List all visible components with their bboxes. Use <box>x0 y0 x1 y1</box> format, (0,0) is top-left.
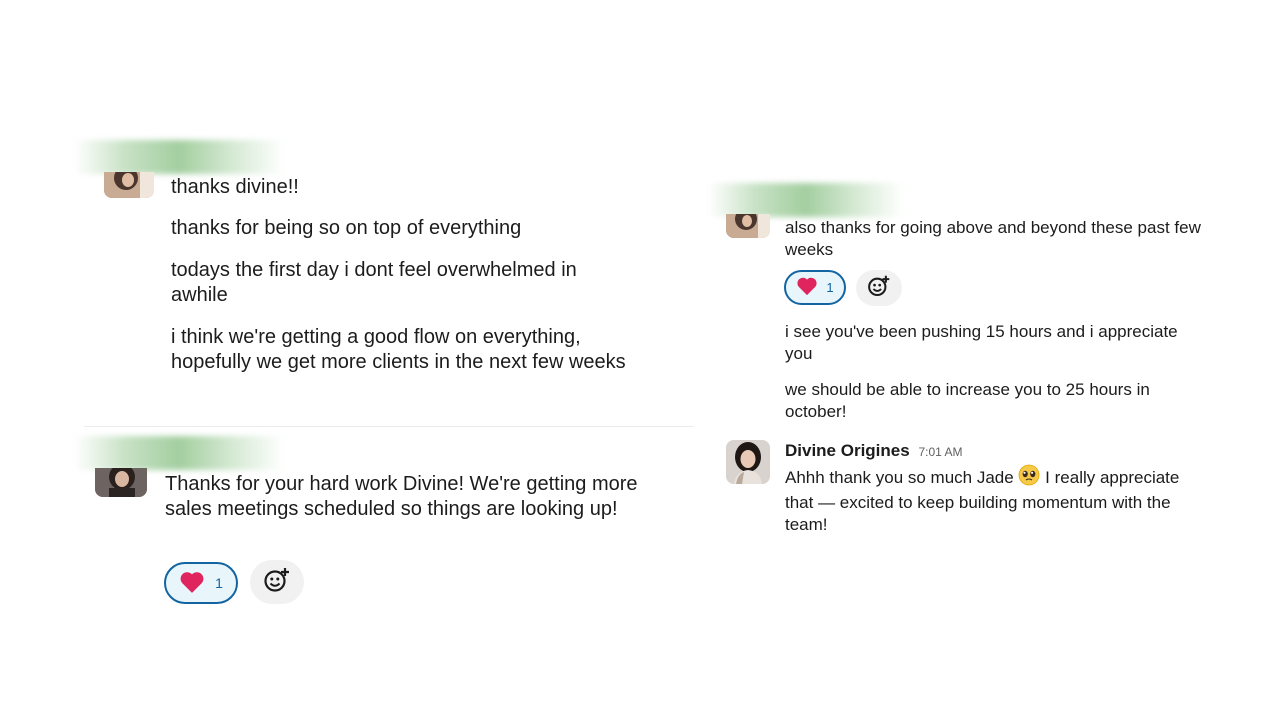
avatar[interactable] <box>95 468 147 497</box>
message-text: todays the first day i dont feel overwhe… <box>171 259 577 306</box>
avatar[interactable] <box>726 440 770 484</box>
heart-icon <box>796 276 818 299</box>
sender-name-redacted <box>708 183 903 217</box>
avatar[interactable] <box>104 172 154 198</box>
message-text: we should be able to increase you to 25 … <box>785 380 1150 421</box>
message-text: i think we're getting a good flow on eve… <box>171 326 626 373</box>
add-reaction-button[interactable] <box>250 560 304 604</box>
message-text: thanks for being so on top of everything <box>171 217 522 239</box>
message-text-part: Ahhh thank you so much Jade <box>785 468 1014 487</box>
message-header: Divine Origines 7:01 AM <box>785 441 962 461</box>
sender-name-redacted <box>74 140 284 174</box>
message-text: i see you've been pushing 15 hours and i… <box>785 322 1178 363</box>
add-reaction-button[interactable] <box>856 270 902 306</box>
reaction-count: 1 <box>215 575 223 591</box>
heart-icon <box>179 570 205 597</box>
message-text: thanks divine!! <box>171 176 299 198</box>
message-text: Ahhh thank you so much Jade I really app… <box>785 464 1205 536</box>
sender-name[interactable]: Divine Origines <box>785 441 910 460</box>
right-conversation-panel: also thanks for going above and beyond t… <box>700 0 1280 720</box>
message-divider <box>84 426 694 427</box>
pleading-face-icon <box>1018 464 1040 492</box>
heart-reaction-button[interactable]: 1 <box>784 270 846 305</box>
avatar[interactable] <box>726 214 770 238</box>
reaction-count: 1 <box>826 280 834 295</box>
left-conversation-panel: thanks divine!! thanks for being so on t… <box>0 0 700 720</box>
message-timestamp[interactable]: 7:01 AM <box>918 445 962 459</box>
sender-name-redacted <box>74 436 284 470</box>
heart-reaction-button[interactable]: 1 <box>164 562 238 604</box>
add-emoji-icon <box>867 274 891 303</box>
message-text: also thanks for going above and beyond t… <box>785 218 1201 259</box>
message-text: Thanks for your hard work Divine! We're … <box>165 473 638 520</box>
add-emoji-icon <box>263 566 291 599</box>
